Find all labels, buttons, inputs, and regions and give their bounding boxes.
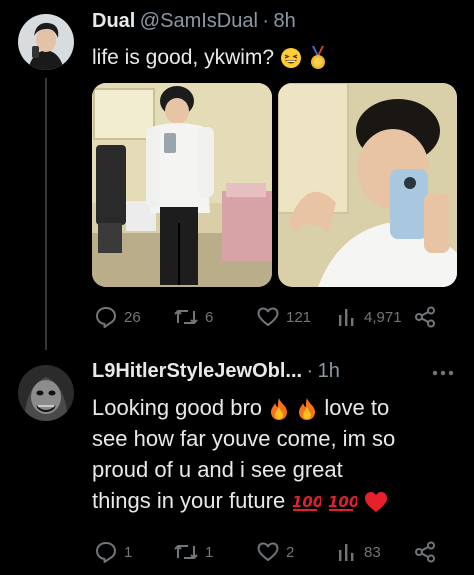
more-icon <box>432 370 454 376</box>
hundred-points-icon: 100 <box>292 493 321 512</box>
gold-medal-icon <box>310 46 325 70</box>
svg-text:100: 100 <box>292 493 321 511</box>
reply-button[interactable]: 26 <box>94 305 141 329</box>
like-button[interactable]: 121 <box>256 305 311 329</box>
retweet-icon <box>174 310 198 324</box>
views-icon <box>339 544 354 561</box>
view-count: 4,971 <box>364 308 402 326</box>
retweet-button[interactable]: 6 <box>173 305 213 329</box>
reply-line-4-text: things in your future <box>92 488 286 513</box>
tweet-photo-1[interactable] <box>92 83 272 287</box>
reply-avatar-image <box>18 365 74 421</box>
reply-avatar[interactable] <box>18 365 74 421</box>
share-icon <box>415 306 435 328</box>
reply-display-name[interactable]: L9HitlerStyleJewObl... <box>92 360 302 382</box>
reply-line-3: proud of u and i see great <box>92 457 343 482</box>
more-button[interactable] <box>432 364 454 382</box>
red-heart-icon <box>364 492 387 513</box>
hundred-points-icon: 100 <box>328 493 357 512</box>
separator: · <box>262 10 270 32</box>
reply-like-count: 2 <box>286 543 295 561</box>
views-icon <box>339 309 354 326</box>
like-count: 121 <box>286 308 312 326</box>
reply-reply-button[interactable]: 1 <box>94 540 132 564</box>
reply-count: 26 <box>124 308 141 326</box>
display-name[interactable]: Dual <box>92 10 135 32</box>
reply-line-4: things in your future 100 100 <box>92 485 464 516</box>
photo-mirror-selfie-room <box>92 83 272 287</box>
grinning-squinting-face-icon <box>280 48 301 69</box>
like-icon <box>257 542 279 561</box>
tweet-body: life is good, ykwim? <box>92 46 275 69</box>
avatar-image <box>18 14 74 70</box>
thread-line <box>45 78 47 350</box>
reply-retweet-button[interactable]: 1 <box>173 540 213 564</box>
reply-like-button[interactable]: 2 <box>256 540 294 564</box>
timestamp[interactable]: 8h <box>274 10 296 32</box>
fire-icon <box>299 398 316 421</box>
reply-line-1-tail: love to <box>324 395 390 420</box>
reply-header: L9HitlerStyleJewObl... · 1h <box>92 360 340 383</box>
reply-line-2: see how far youve come, im so <box>92 426 396 451</box>
fire-icon <box>271 398 288 421</box>
tweet-header: Dual @SamIsDual · 8h <box>92 10 296 33</box>
views-button[interactable]: 4,971 <box>336 305 402 329</box>
reply-views-button[interactable]: 83 <box>336 540 381 564</box>
reply-timestamp[interactable]: 1h <box>318 360 340 382</box>
photo-closeup-selfie <box>278 83 457 287</box>
reply-separator: · <box>306 360 314 382</box>
reply-line-1: Looking good bro love to <box>92 392 464 423</box>
reply-icon <box>96 307 116 328</box>
reply-line-1-text: Looking good bro <box>92 395 263 420</box>
reply-reply-count: 1 <box>124 543 133 561</box>
share-button[interactable] <box>413 305 437 329</box>
reply-text: Looking good bro love to see how far you… <box>92 392 464 516</box>
share-icon <box>415 541 435 563</box>
retweet-icon <box>174 545 198 559</box>
user-handle[interactable]: @SamIsDual <box>140 10 258 32</box>
like-icon <box>257 307 279 326</box>
avatar[interactable] <box>18 14 74 70</box>
reply-view-count: 83 <box>364 543 381 561</box>
reply-share-button[interactable] <box>413 540 437 564</box>
tweet-photo-2[interactable] <box>278 83 457 287</box>
reply-retweet-count: 1 <box>205 543 214 561</box>
retweet-count: 6 <box>205 308 214 326</box>
tweet-text: life is good, ykwim? <box>92 42 328 73</box>
svg-text:100: 100 <box>328 493 357 511</box>
reply-icon <box>96 542 116 563</box>
